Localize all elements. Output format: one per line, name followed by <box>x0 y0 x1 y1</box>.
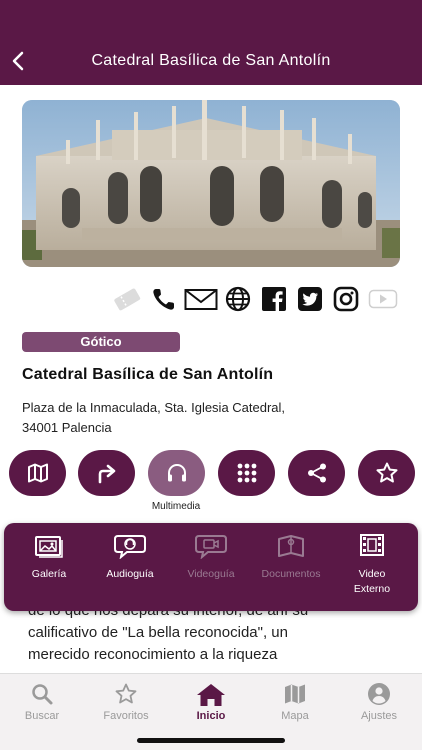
multimedia-button[interactable] <box>148 450 205 496</box>
videoguide-label: Videoguía <box>187 568 235 580</box>
youtube-icon[interactable] <box>368 285 398 313</box>
star-icon <box>376 462 397 483</box>
gallery-icon <box>35 536 63 558</box>
external-video-option[interactable]: Video Externo <box>335 533 409 609</box>
tab-mapa[interactable]: Mapa <box>260 682 330 722</box>
star-icon <box>115 683 137 704</box>
multimedia-menu: Galería Audioguía Videoguía Documentos V… <box>4 523 418 611</box>
user-icon <box>368 683 390 705</box>
tab-mapa-label: Mapa <box>281 710 309 722</box>
style-tag: Gótico <box>22 332 180 352</box>
route-icon <box>98 464 115 484</box>
audioguide-icon <box>114 535 146 559</box>
videoguide-option[interactable]: Videoguía <box>174 533 248 609</box>
audioguide-label: Audioguía <box>106 568 154 580</box>
phone-icon[interactable] <box>150 285 178 313</box>
tab-ajustes[interactable]: Ajustes <box>344 682 414 722</box>
active-action-label: Multimedia <box>151 501 201 512</box>
videoguide-icon <box>195 535 227 559</box>
facebook-icon[interactable] <box>260 285 288 313</box>
address-line-2: 34001 Palencia <box>22 420 112 435</box>
home-icon <box>197 684 225 706</box>
description-line-2: calificativo de "La bella reconocida", u… <box>28 624 288 641</box>
contact-icons-row <box>0 285 422 315</box>
place-name: Catedral Basílica de San Antolín <box>22 366 274 383</box>
tab-favoritos[interactable]: Favoritos <box>91 682 161 722</box>
gallery-label: Galería <box>31 568 67 580</box>
map-icon <box>285 684 305 704</box>
page-title: Catedral Basílica de San Antolín <box>91 52 331 69</box>
tab-buscar[interactable]: Buscar <box>7 682 77 722</box>
cathedral-photo[interactable] <box>22 100 400 267</box>
description-line-3: merecido reconocimiento a la riqueza <box>28 646 278 663</box>
tab-inicio[interactable]: Inicio <box>176 682 246 722</box>
tab-favoritos-label: Favoritos <box>103 710 149 722</box>
instagram-icon[interactable] <box>332 285 360 313</box>
ticket-icon[interactable] <box>112 285 141 313</box>
documents-option[interactable]: Documentos <box>254 533 328 609</box>
film-icon <box>360 534 384 556</box>
web-icon[interactable] <box>224 285 252 313</box>
share-button[interactable] <box>288 450 345 496</box>
place-address: Plaza de la Inmaculada, Sta. Iglesia Cat… <box>22 398 382 438</box>
route-button[interactable] <box>78 450 135 496</box>
headphones-icon <box>167 463 186 482</box>
gallery-option[interactable]: Galería <box>12 533 86 609</box>
grid-icon <box>237 463 256 483</box>
documents-icon <box>278 535 304 557</box>
documents-label: Documentos <box>261 568 321 580</box>
home-indicator <box>137 738 285 743</box>
tab-inicio-label: Inicio <box>196 710 226 722</box>
twitter-icon[interactable] <box>296 285 324 313</box>
favorite-button[interactable] <box>358 450 415 496</box>
external-video-label-line-2: Externo <box>353 583 391 595</box>
share-icon <box>307 463 326 483</box>
search-icon <box>32 684 53 705</box>
map-icon <box>27 463 48 483</box>
map-button[interactable] <box>9 450 66 496</box>
email-icon[interactable] <box>184 285 218 313</box>
tab-ajustes-label: Ajustes <box>360 710 398 722</box>
more-button[interactable] <box>218 450 275 496</box>
external-video-label-line-1: Video <box>358 568 386 580</box>
audioguide-option[interactable]: Audioguía <box>93 533 167 609</box>
tab-buscar-label: Buscar <box>24 710 60 722</box>
address-line-1: Plaza de la Inmaculada, Sta. Iglesia Cat… <box>22 400 286 415</box>
